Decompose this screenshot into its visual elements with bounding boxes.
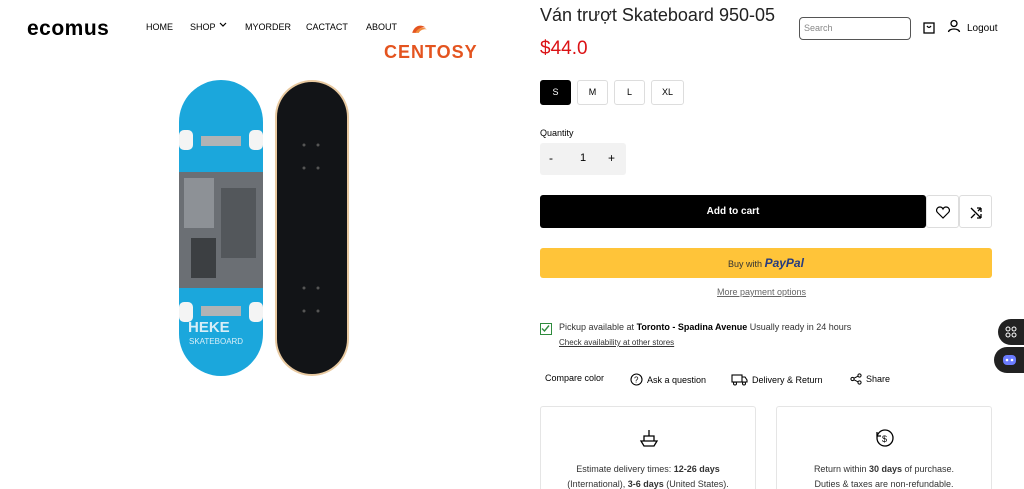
brand-badge: CENTOSY [384,42,478,62]
search-input[interactable]: Search [799,17,911,40]
delivery-text: Estimate delivery times: 12-26 days (Int… [567,464,729,489]
return-money-icon: $ [876,429,894,447]
svg-text:?: ? [634,376,639,385]
pickup-suffix: Usually ready in 24 hours [749,322,852,332]
size-option-xl[interactable]: XL [651,80,684,105]
brand-flame-logo [412,25,427,33]
pickup-store: Toronto - Spadina Avenue [636,322,748,332]
grid-float-button[interactable] [998,319,1024,345]
pickup-prefix: Pickup available at [559,322,635,332]
return-text: Return within 30 days of purchase. Dutie… [813,464,955,489]
heart-icon [936,206,950,219]
add-to-cart-button[interactable]: Add to cart [540,195,926,228]
size-option-l[interactable]: L [614,80,645,105]
compare-button[interactable] [959,195,992,228]
paypal-brand: PayPal [764,256,804,270]
product-price: $44.0 [540,38,588,59]
pickup-info: Pickup available at Toronto - Spadina Av… [559,322,851,332]
ask-question-label: Ask a question [647,374,707,385]
size-option-s[interactable]: S [540,80,571,105]
nav-myorder[interactable]: MYORDER [245,22,291,32]
quantity-increase-button[interactable]: + [608,151,615,165]
delivery-return-label: Delivery & Return [752,374,823,385]
delivery-return-link[interactable]: Delivery & Return [731,373,823,386]
user-icon[interactable] [947,19,961,38]
grid-icon [1005,326,1017,338]
size-option-m[interactable]: M [577,80,608,105]
product-title: Ván trượt Skateboard 950-05 [540,5,775,25]
compare-color-label: Compare color [545,373,605,383]
share-icon [850,373,862,385]
quantity-decrease-button[interactable]: - [549,151,553,165]
delivery-info-card: Estimate delivery times: 12-26 days (Int… [540,406,756,489]
return-info-card: $ Return within 30 days of purchase. Dut… [776,406,992,489]
nav-shop[interactable]: SHOP [190,22,216,32]
nav-contact[interactable]: CACTACT [306,22,348,32]
more-payment-link[interactable]: More payment options [717,287,806,297]
quantity-value[interactable]: 1 [580,152,586,164]
check-availability-link[interactable]: Check availability at other stores [559,338,674,347]
share-label: Share [866,374,891,384]
ship-icon [639,430,659,447]
svg-text:$: $ [882,434,887,444]
nav-home[interactable]: HOME [146,22,173,32]
quantity-stepper: - 1 + [540,143,626,175]
chevron-down-icon[interactable] [218,20,228,32]
question-icon: ? [630,373,643,386]
shuffle-icon [970,207,982,219]
quantity-label: Quantity [540,128,574,138]
check-icon [540,323,552,335]
ask-question-link[interactable]: ? Ask a question [630,373,706,386]
wishlist-button[interactable] [926,195,959,228]
skateboard-top-image[interactable]: HEKE SKATEBOARD [176,78,266,378]
compare-color-link[interactable]: Compare color [545,373,604,383]
nav-about[interactable]: ABOUT [366,22,397,32]
chat-bot-icon [1003,355,1016,365]
paypal-button[interactable]: Buy with PayPal [540,248,992,278]
share-link[interactable]: Share [850,373,890,385]
cart-icon[interactable] [922,20,936,39]
logout-link[interactable]: Logout [967,23,998,34]
site-logo[interactable]: ecomus [27,17,109,41]
deck-print: HEKE [188,319,230,336]
deck-print-sub: SKATEBOARD [189,337,243,346]
chat-float-button[interactable] [994,347,1024,373]
paypal-prefix: Buy with [728,259,763,269]
truck-icon [731,374,748,386]
skateboard-bottom-image[interactable] [273,78,351,378]
